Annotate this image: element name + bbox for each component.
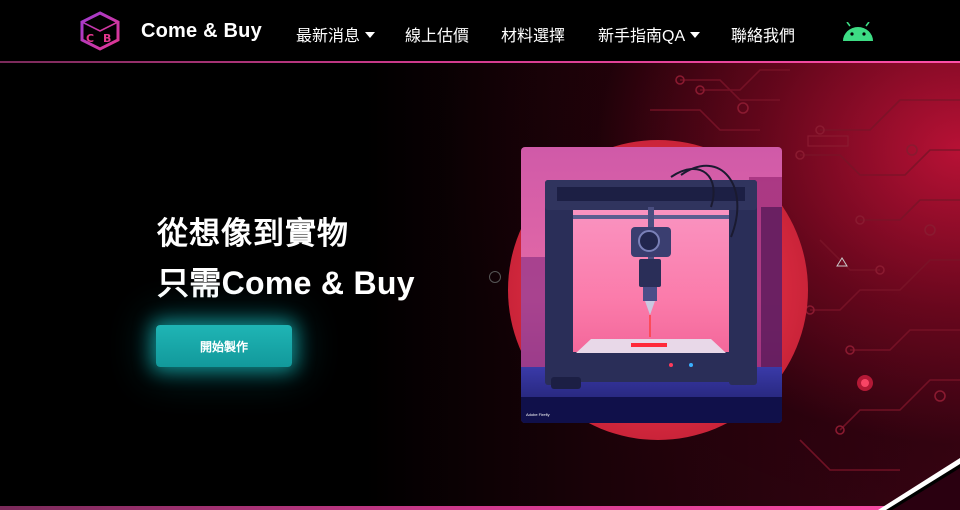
nav-item-online-quote[interactable]: 線上估價 (405, 22, 469, 46)
hero-image-3d-printer (521, 147, 782, 423)
nav-divider (0, 61, 960, 63)
nav-item-label: 最新消息 (296, 28, 361, 45)
decorative-ring (489, 271, 501, 283)
brand-name[interactable]: Come & Buy (141, 20, 262, 43)
nav-item-label: 材料選擇 (501, 28, 566, 45)
nav-item-label: 新手指南QA (598, 28, 686, 45)
top-navbar: C B Come & Buy 最新消息 線上估價 材料選擇 新手指南QA 聯絡我… (0, 0, 960, 62)
caret-down-icon (690, 31, 701, 38)
caret-down-icon (365, 31, 376, 38)
hero-headline-line1: 從想像到實物 (157, 216, 349, 251)
nav-item-contact[interactable]: 聯絡我們 (731, 22, 795, 46)
corner-accent (878, 458, 960, 510)
bottom-divider (0, 506, 960, 510)
nav-item-materials[interactable]: 材料選擇 (501, 22, 565, 46)
nav-item-label: 線上估價 (405, 28, 470, 45)
android-icon[interactable] (842, 22, 874, 42)
nav-item-label: 聯絡我們 (731, 28, 796, 45)
circuit-pattern (650, 69, 960, 471)
cube-logo-icon[interactable]: C B (79, 11, 121, 51)
svg-text:C: C (86, 32, 94, 45)
image-watermark: Adobe Firefly (526, 412, 550, 417)
nav-item-news[interactable]: 最新消息 (296, 22, 376, 46)
start-making-button[interactable]: 開始製作 (156, 325, 292, 367)
hero-headline-line2: 只需Come & Buy (157, 265, 415, 301)
nav-item-guide-qa[interactable]: 新手指南QA (598, 22, 701, 46)
svg-text:B: B (103, 32, 111, 45)
